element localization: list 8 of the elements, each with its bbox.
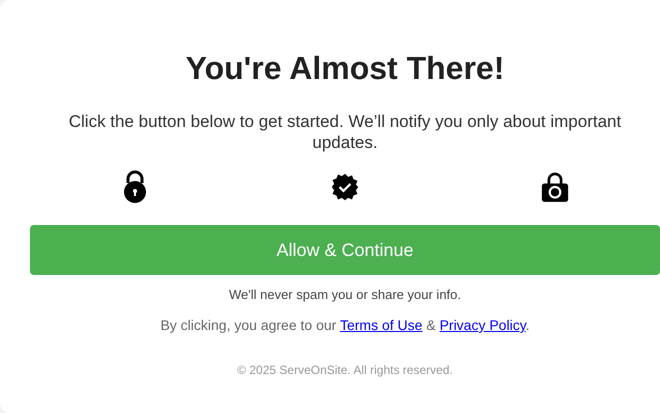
privacy-link[interactable]: Privacy Policy [440,317,526,333]
copyright-text: © 2025 ServeOnSite. All rights reserved. [237,363,453,377]
terms-link[interactable]: Terms of Use [340,317,422,333]
page-title: You're Almost There! [186,50,504,87]
privacy-note: We'll never spam you or share your info. [228,287,461,302]
consent-text: By clicking, you agree to our Terms of Use & Privacy Policy. [160,317,530,333]
subtitle: Click the button below to get started. We’ll notify you only about important updates. [68,111,622,153]
padlock-icon [121,169,149,205]
